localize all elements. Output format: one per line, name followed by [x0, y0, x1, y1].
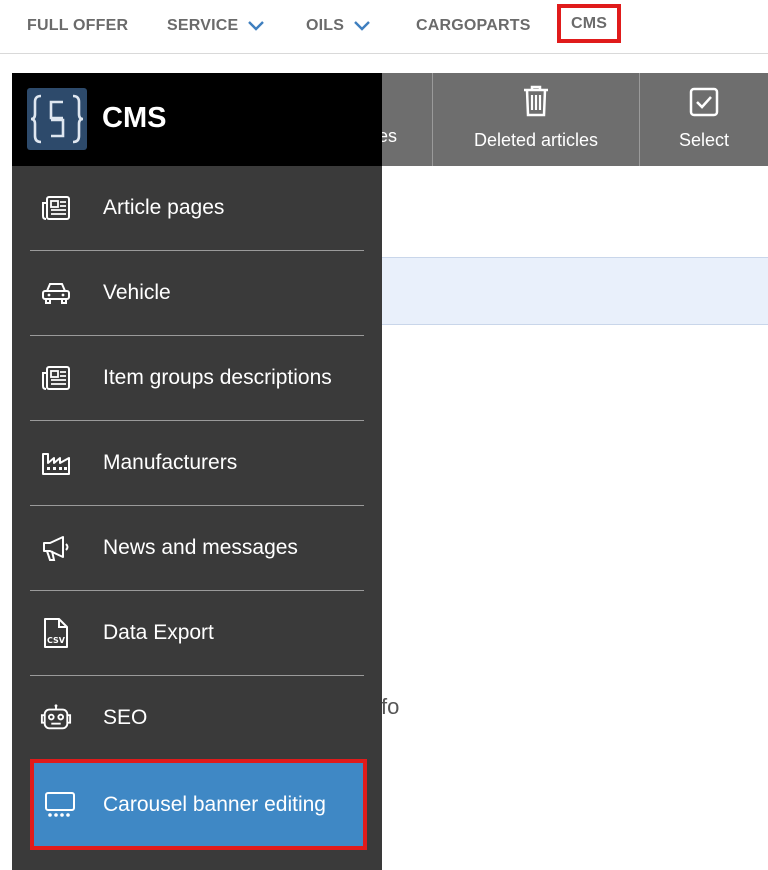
menu-item-label: Manufacturers	[103, 451, 238, 474]
robot-icon	[40, 702, 72, 734]
megaphone-icon	[40, 532, 72, 564]
menu-item-seo[interactable]: SEO	[30, 676, 364, 761]
nav-service-label: SERVICE	[167, 17, 239, 34]
nav-full-offer[interactable]: FULL OFFER	[27, 0, 128, 52]
nav-full-offer-label: FULL OFFER	[27, 17, 129, 34]
cms-logo	[27, 88, 87, 150]
menu-item-label: Article pages	[103, 196, 225, 219]
menu-item-carousel-banner-editing[interactable]: Carousel banner editing	[30, 759, 367, 850]
nav-oils[interactable]: OILS	[306, 0, 370, 52]
menu-item-manufacturers[interactable]: Manufacturers	[30, 421, 364, 506]
menu-item-item-groups-descriptions[interactable]: Item groups descriptions	[30, 336, 364, 421]
background-partial-text: fo	[381, 694, 400, 719]
menu-header: CMS	[12, 73, 382, 166]
nav-cargoparts[interactable]: CARGOPARTS	[416, 0, 531, 52]
nav-oils-label: OILS	[306, 17, 345, 34]
checkbox-icon	[689, 87, 719, 122]
menu-title: CMS	[102, 102, 167, 134]
csv-file-icon: CSV	[40, 617, 72, 649]
menu-item-label: SEO	[103, 706, 148, 729]
newspaper-icon	[40, 362, 72, 394]
select-label: Select	[678, 130, 730, 150]
trash-icon	[522, 85, 550, 122]
menu-item-label: Data Export	[103, 621, 214, 644]
selected-row[interactable]	[380, 257, 768, 325]
deleted-articles-label: Deleted articles	[473, 130, 599, 150]
menu-item-article-pages[interactable]: Article pages	[30, 166, 364, 251]
factory-icon	[40, 447, 72, 479]
menu-item-label: Vehicle	[103, 281, 171, 304]
svg-text:CSV: CSV	[47, 636, 66, 645]
nav-cms-label: CMS	[571, 14, 608, 32]
nav-cargoparts-label: CARGOPARTS	[416, 17, 531, 34]
chevron-down-icon	[248, 21, 265, 31]
top-navigation: FULL OFFER SERVICE OILS CARGOPARTS CMS	[0, 0, 768, 54]
carousel-icon	[44, 789, 76, 821]
nav-service[interactable]: SERVICE	[167, 0, 265, 52]
nav-cms[interactable]: CMS	[557, 4, 622, 43]
menu-item-label: News and messages	[103, 536, 298, 559]
menu-item-label: Item groups descriptions	[103, 366, 332, 389]
menu-item-data-export[interactable]: CSV Data Export	[30, 591, 364, 676]
newspaper-icon	[40, 192, 72, 224]
chevron-down-icon	[354, 21, 370, 31]
menu-item-label: Carousel banner editing	[103, 792, 326, 816]
menu-item-news-and-messages[interactable]: News and messages	[30, 506, 364, 591]
select-button[interactable]: Select	[640, 73, 768, 166]
menu-item-vehicle[interactable]: Vehicle	[30, 251, 364, 336]
cms-side-menu: CMS Article pages Vehicle Item groups de…	[12, 73, 382, 870]
deleted-articles-button[interactable]: Deleted articles	[433, 73, 639, 166]
car-icon	[40, 277, 72, 309]
